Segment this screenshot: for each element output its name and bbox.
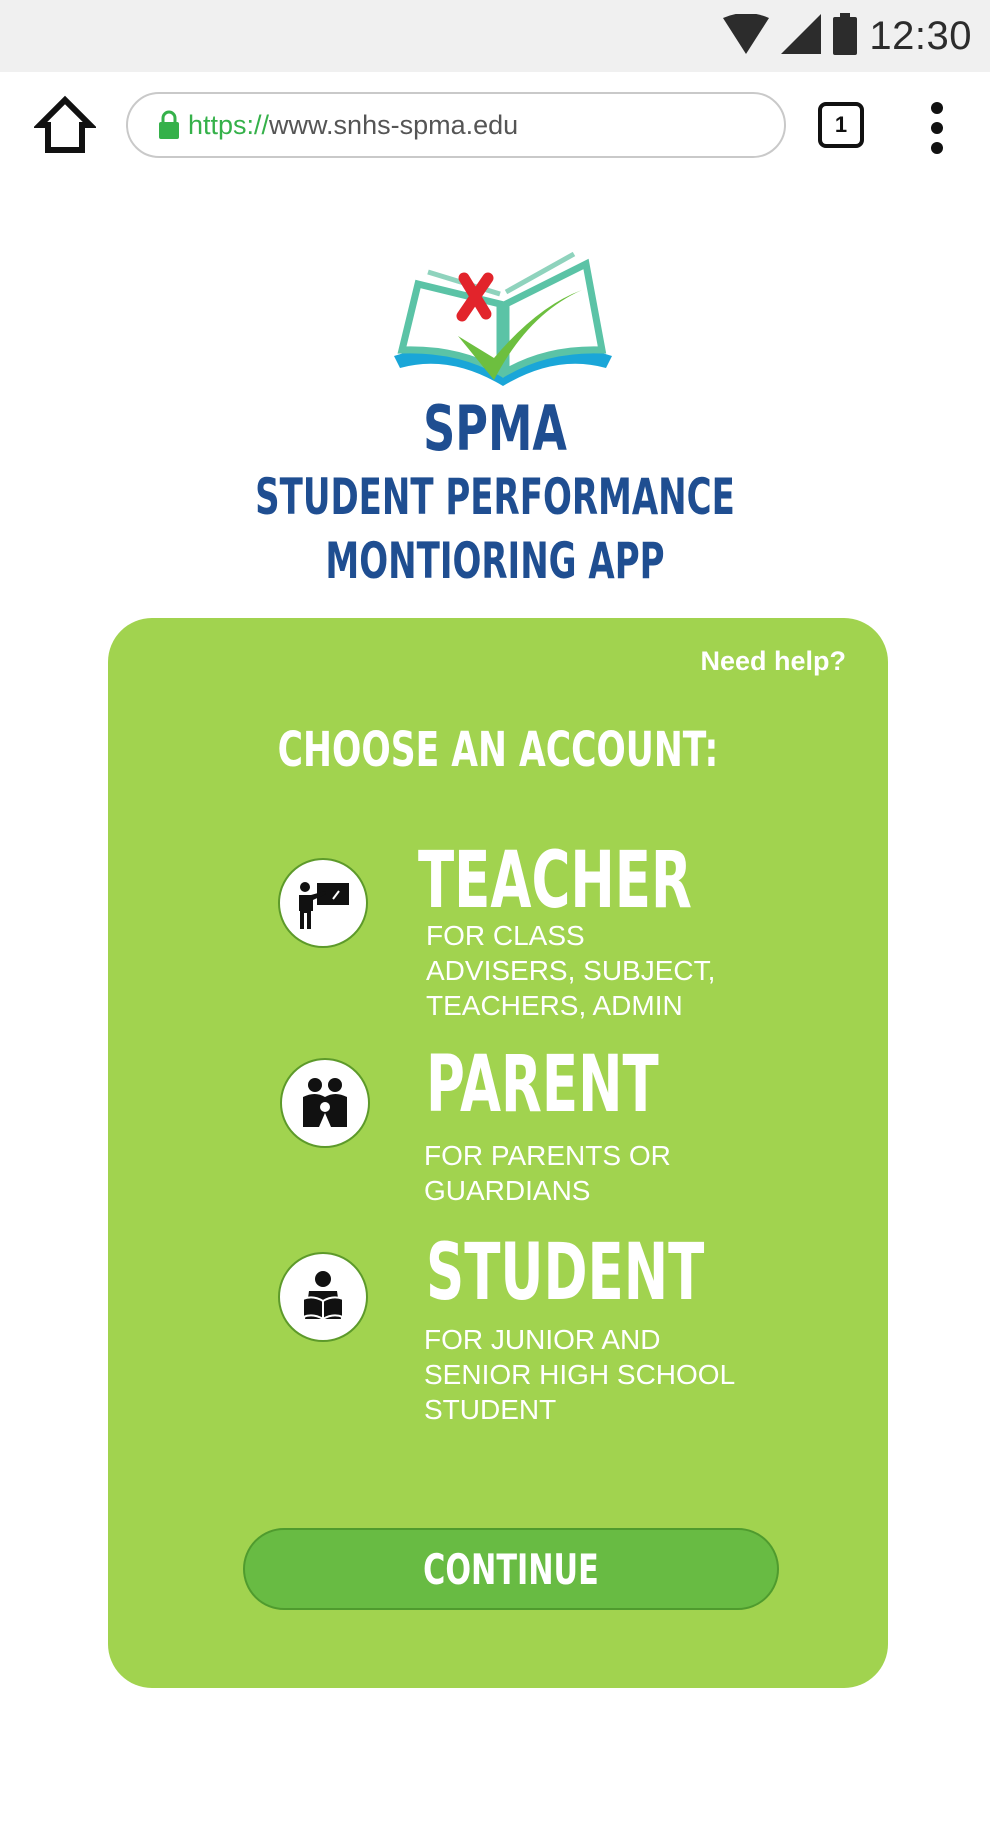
wifi-icon — [723, 12, 770, 59]
url-scheme: https:// — [188, 109, 270, 140]
address-bar[interactable]: https://www.snhs-spma.edu — [126, 92, 786, 158]
choose-account-heading: CHOOSE AN ACCOUNT: — [277, 722, 719, 778]
status-bar: 12:30 — [0, 0, 990, 72]
account-chooser-card: Need help? CHOOSE AN ACCOUNT: TEACHER FO… — [108, 618, 888, 1688]
parent-option-title[interactable]: PARENT — [426, 1040, 659, 1130]
parent-option-icon-button[interactable] — [280, 1058, 370, 1148]
lock-icon — [159, 110, 179, 139]
continue-button[interactable]: CONTINUE — [243, 1528, 779, 1610]
brand-short-name: SPMA — [423, 392, 567, 465]
tab-count: 1 — [834, 112, 848, 137]
parent-icon — [303, 1078, 347, 1127]
status-time: 12:30 — [869, 13, 972, 58]
student-option-description: FOR JUNIOR AND SENIOR HIGH SCHOOL STUDEN… — [424, 1324, 736, 1425]
brand-title-line2: MONTIORING APP — [325, 532, 665, 590]
student-icon — [302, 1271, 344, 1321]
cell-signal-icon — [781, 13, 822, 59]
status-icons: 12:30 — [723, 10, 972, 62]
teacher-option-description: FOR CLASS ADVISERS, SUBJECT, TEACHERS, A… — [426, 920, 716, 1021]
book-check-logo-icon — [394, 251, 612, 386]
home-button[interactable] — [32, 94, 98, 156]
continue-button-label: CONTINUE — [423, 1544, 599, 1594]
brand-title-line1: STUDENT PERFORMANCE — [255, 468, 735, 526]
teacher-option-title[interactable]: TEACHER — [418, 836, 692, 926]
parent-option-description: FOR PARENTS OR GUARDIANS — [424, 1140, 671, 1206]
student-option-icon-button[interactable] — [278, 1252, 368, 1342]
battery-icon — [833, 12, 858, 60]
app-logo — [388, 244, 618, 394]
teacher-option-icon-button[interactable] — [278, 858, 368, 948]
url-text: https://www.snhs-spma.edu — [188, 110, 518, 141]
teacher-icon — [299, 882, 349, 929]
overflow-menu-button[interactable] — [924, 100, 950, 156]
home-icon — [32, 95, 98, 153]
browser-toolbar: https://www.snhs-spma.edu 1 — [0, 72, 990, 190]
student-option-title[interactable]: STUDENT — [426, 1228, 704, 1318]
need-help-link[interactable]: Need help? — [700, 646, 846, 677]
more-vertical-icon — [931, 102, 943, 154]
url-host: www.snhs-spma.edu — [269, 109, 519, 140]
tab-switcher-button[interactable]: 1 — [818, 102, 864, 148]
